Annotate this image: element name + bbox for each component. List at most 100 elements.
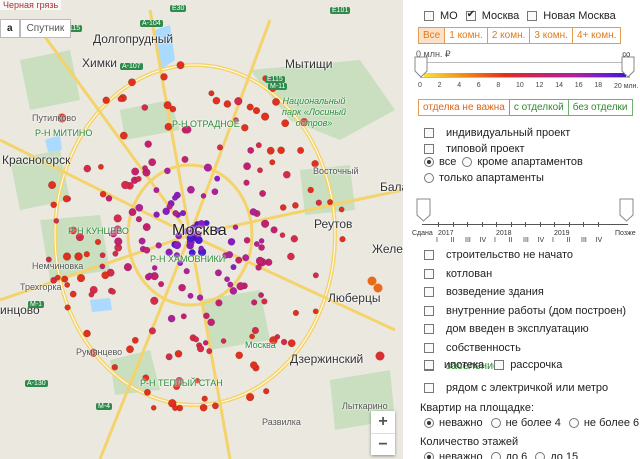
stage-checkbox[interactable] <box>424 250 434 260</box>
building-marker[interactable] <box>111 364 119 371</box>
building-marker[interactable] <box>312 308 319 315</box>
rooms-4plus-button[interactable]: 4+ комн. <box>571 27 622 44</box>
building-marker[interactable] <box>261 298 268 305</box>
building-marker[interactable] <box>76 273 86 283</box>
building-marker[interactable] <box>153 187 160 194</box>
building-marker[interactable] <box>180 313 187 320</box>
project-individual-row[interactable]: индивидуальный проект <box>424 127 570 139</box>
building-marker[interactable] <box>201 395 208 402</box>
building-marker[interactable] <box>247 146 255 154</box>
building-marker[interactable] <box>181 155 189 163</box>
building-marker[interactable] <box>215 299 223 307</box>
building-marker[interactable] <box>102 96 110 105</box>
rooms-all-button[interactable]: Все <box>418 27 446 44</box>
building-marker[interactable] <box>64 304 71 311</box>
building-marker[interactable] <box>172 240 182 250</box>
building-marker[interactable] <box>279 204 287 211</box>
map-type-switch[interactable]: а Спутник <box>0 19 72 38</box>
building-marker[interactable] <box>163 101 172 110</box>
zoom-out-button[interactable]: − <box>371 433 395 455</box>
building-marker[interactable] <box>114 237 123 246</box>
building-marker[interactable] <box>109 288 116 295</box>
near-train-row[interactable]: рядом с электричкой или метро <box>424 382 608 394</box>
building-marker[interactable] <box>142 223 151 232</box>
building-marker[interactable] <box>252 106 261 115</box>
stage-checkbox[interactable] <box>424 324 434 334</box>
building-marker[interactable] <box>227 237 236 246</box>
stage-row[interactable]: котлован <box>424 268 492 280</box>
building-marker[interactable] <box>61 275 69 283</box>
building-marker[interactable] <box>327 199 334 206</box>
building-marker[interactable] <box>88 291 95 298</box>
building-marker[interactable] <box>74 252 83 261</box>
apartments-all-radio[interactable] <box>424 157 434 167</box>
building-marker[interactable] <box>246 103 254 111</box>
building-marker[interactable] <box>131 167 140 176</box>
building-marker[interactable] <box>258 238 265 244</box>
building-marker[interactable] <box>277 146 285 155</box>
building-marker[interactable] <box>232 224 239 231</box>
building-marker[interactable] <box>266 146 275 155</box>
building-marker[interactable] <box>119 131 128 140</box>
building-marker[interactable] <box>158 281 165 288</box>
per-floor-6-radio[interactable] <box>568 418 579 428</box>
building-marker[interactable] <box>297 146 305 154</box>
building-marker[interactable] <box>83 164 92 173</box>
building-marker[interactable] <box>146 272 153 279</box>
building-marker[interactable] <box>214 269 222 277</box>
rooms-1-button[interactable]: 1 комн. <box>444 27 488 44</box>
building-marker[interactable] <box>53 218 60 224</box>
building-marker[interactable] <box>69 290 77 298</box>
building-marker[interactable] <box>151 265 158 271</box>
building-marker[interactable] <box>312 272 319 279</box>
region-moscow-checkbox[interactable] <box>465 9 476 21</box>
building-marker[interactable] <box>243 236 251 244</box>
building-marker[interactable] <box>196 345 205 353</box>
building-marker[interactable] <box>193 336 200 343</box>
building-marker[interactable] <box>83 251 90 258</box>
building-marker[interactable] <box>339 236 346 243</box>
building-marker[interactable] <box>207 318 216 327</box>
building-marker[interactable] <box>64 281 71 288</box>
building-marker[interactable] <box>243 179 250 186</box>
map-type-satellite-button[interactable]: Спутник <box>19 19 72 38</box>
building-marker[interactable] <box>117 95 124 103</box>
building-marker[interactable] <box>234 97 243 106</box>
building-marker[interactable] <box>282 170 291 179</box>
building-marker[interactable] <box>167 314 176 323</box>
building-marker[interactable] <box>187 292 194 299</box>
building-marker[interactable] <box>126 345 134 354</box>
stage-checkbox[interactable] <box>424 287 434 297</box>
building-marker[interactable] <box>249 208 258 216</box>
building-marker[interactable] <box>94 238 102 246</box>
building-marker[interactable] <box>263 388 270 395</box>
building-marker[interactable] <box>142 165 148 172</box>
building-marker[interactable] <box>143 388 151 396</box>
stage-row[interactable]: внутренние работы (дом построен) <box>424 305 626 317</box>
building-marker[interactable] <box>171 194 179 201</box>
building-marker[interactable] <box>50 201 58 209</box>
building-marker[interactable] <box>172 404 179 412</box>
building-marker[interactable] <box>200 193 207 199</box>
building-marker[interactable] <box>257 167 263 174</box>
building-marker[interactable] <box>176 61 185 70</box>
stage-row[interactable]: строительство не начато <box>424 249 573 261</box>
building-marker[interactable] <box>255 142 262 149</box>
building-marker[interactable] <box>375 351 385 361</box>
building-marker[interactable] <box>196 294 204 301</box>
building-marker[interactable] <box>148 158 157 167</box>
stage-checkbox[interactable] <box>424 342 434 353</box>
building-marker[interactable] <box>270 226 278 234</box>
zoom-in-button[interactable]: + <box>371 411 395 433</box>
building-marker[interactable] <box>367 276 377 286</box>
building-marker[interactable] <box>255 256 265 266</box>
building-marker[interactable] <box>287 252 295 261</box>
building-marker[interactable] <box>229 287 238 295</box>
building-marker[interactable] <box>153 211 160 218</box>
building-marker[interactable] <box>251 326 260 335</box>
finish-any-button[interactable]: отделка не важна <box>418 99 510 116</box>
building-marker[interactable] <box>242 254 250 262</box>
near-train-checkbox[interactable] <box>424 383 434 393</box>
floors-any-radio[interactable] <box>424 452 434 459</box>
building-marker[interactable] <box>292 202 299 209</box>
